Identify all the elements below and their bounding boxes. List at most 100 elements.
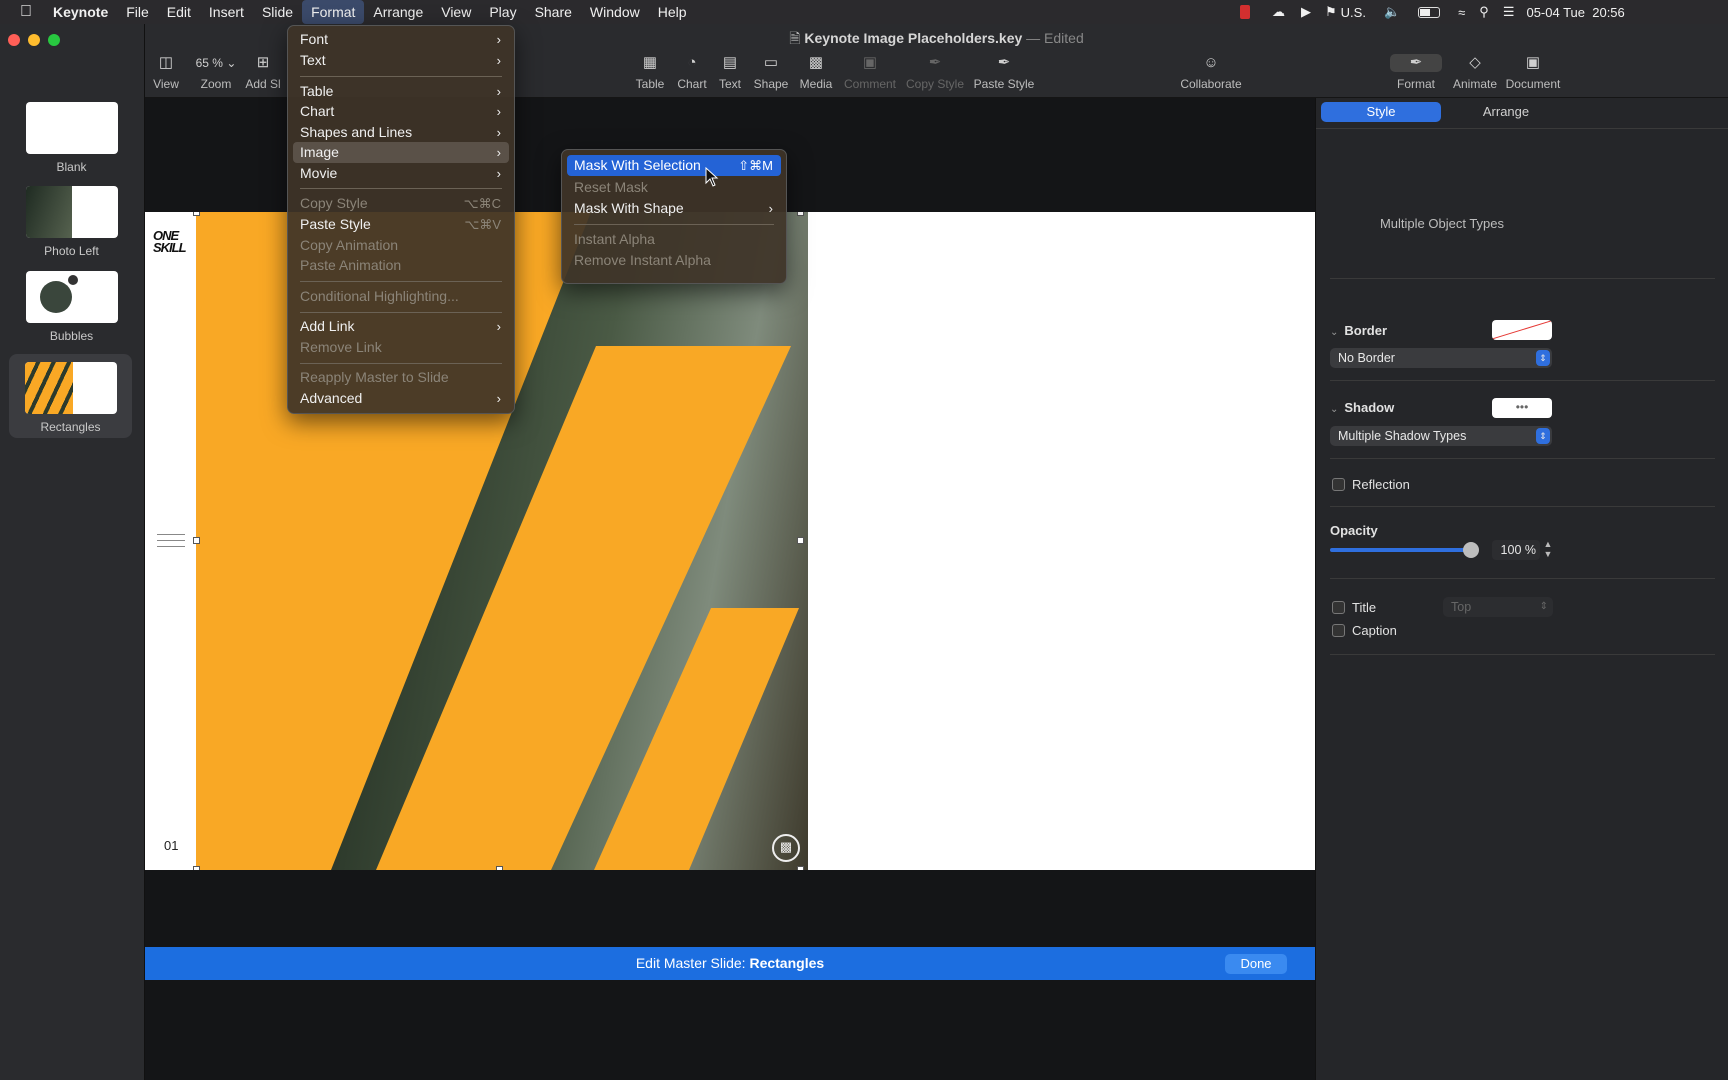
- cloud-icon[interactable]: ☁: [1272, 4, 1285, 20]
- menu-item-reset-mask[interactable]: Reset Mask: [567, 177, 781, 198]
- slide-thumb-photo-left[interactable]: Photo Left: [10, 186, 133, 258]
- menu-item-instant-alpha[interactable]: Instant Alpha: [567, 229, 781, 250]
- opacity-slider[interactable]: [1330, 548, 1474, 552]
- play-circle-icon[interactable]: ▶: [1301, 4, 1311, 20]
- comment-button[interactable]: ▣ Comment: [835, 54, 905, 91]
- shadow-section-toggle[interactable]: ⌄ Shadow: [1330, 400, 1394, 415]
- menu-item-mask-with-selection[interactable]: Mask With Selection ⇧⌘M: [567, 155, 781, 176]
- menu-format[interactable]: Format: [302, 0, 365, 24]
- menu-item-font[interactable]: Font ›: [293, 29, 509, 50]
- wifi-icon[interactable]: ≈: [1458, 5, 1465, 20]
- title-checkbox[interactable]: [1332, 601, 1345, 614]
- menu-edit[interactable]: Edit: [158, 0, 200, 24]
- thumbnail-image: [25, 102, 118, 154]
- menu-window[interactable]: Window: [581, 0, 649, 24]
- toolbar-label: Copy Style: [905, 77, 965, 91]
- slide-thumb-blank[interactable]: Blank: [10, 102, 133, 174]
- selection-handle[interactable]: [797, 866, 804, 870]
- search-icon[interactable]: ⚲: [1479, 4, 1489, 20]
- menu-item-label: Copy Style: [300, 195, 368, 211]
- zoom-popup[interactable]: 65 % ⌄ Zoom: [181, 54, 251, 91]
- slide-navigator: Blank Photo Left Bubbles Rectangles: [0, 24, 145, 1080]
- menu-item-paste-animation[interactable]: Paste Animation: [293, 255, 509, 276]
- menu-item-paste-style[interactable]: Paste Style ⌥⌘V: [293, 214, 509, 235]
- format-inspector: Style Arrange Multiple Object Types ⌄ Bor…: [1315, 98, 1728, 1080]
- menu-item-add-link[interactable]: Add Link ›: [293, 316, 509, 337]
- minimize-window-button[interactable]: [28, 34, 40, 46]
- document-inspector-button[interactable]: ▣ Document: [1498, 54, 1568, 91]
- clock-datetime[interactable]: 05-04 Tue 20:56: [1526, 5, 1624, 20]
- menu-separator: [300, 312, 502, 313]
- menu-view[interactable]: View: [432, 0, 480, 24]
- menu-arrange[interactable]: Arrange: [364, 0, 432, 24]
- divider: [1330, 458, 1715, 459]
- menu-play[interactable]: Play: [480, 0, 525, 24]
- menu-item-movie[interactable]: Movie ›: [293, 163, 509, 184]
- menu-item-mask-with-shape[interactable]: Mask With Shape ›: [567, 198, 781, 219]
- menu-item-label: Font: [300, 31, 329, 47]
- menu-item-remove-instant-alpha[interactable]: Remove Instant Alpha: [567, 250, 781, 271]
- menu-item-label: Add Link: [300, 318, 355, 334]
- paste-style-button[interactable]: ✒ Paste Style: [969, 54, 1039, 91]
- menu-item-shapes-and-lines[interactable]: Shapes and Lines ›: [293, 122, 509, 143]
- input-source-label[interactable]: U.S.: [1341, 5, 1366, 20]
- menu-file[interactable]: File: [117, 0, 158, 24]
- menu-item-conditional-highlighting[interactable]: Conditional Highlighting...: [293, 286, 509, 307]
- copy-style-button[interactable]: ✒ Copy Style: [900, 54, 970, 91]
- tab-arrange[interactable]: Arrange: [1446, 102, 1566, 122]
- updown-chevron-icon: ⇕: [1539, 601, 1548, 612]
- caption-checkbox[interactable]: [1332, 624, 1345, 637]
- slide-thumb-bubbles[interactable]: Bubbles: [10, 271, 133, 343]
- menu-item-copy-animation[interactable]: Copy Animation: [293, 235, 509, 256]
- menu-item-chart[interactable]: Chart ›: [293, 101, 509, 122]
- document-icon: ▣: [1525, 54, 1541, 71]
- zoom-window-button[interactable]: [48, 34, 60, 46]
- menu-item-reapply-master[interactable]: Reapply Master to Slide: [293, 367, 509, 388]
- battery-icon[interactable]: [1418, 6, 1441, 18]
- opacity-stepper[interactable]: ▲ ▼: [1542, 539, 1554, 559]
- menu-item-label: Chart: [300, 103, 335, 119]
- menu-help[interactable]: Help: [649, 0, 696, 24]
- control-center-icon[interactable]: ☰: [1503, 4, 1515, 20]
- tab-style[interactable]: Style: [1321, 102, 1441, 122]
- add-slide-button[interactable]: ⊞ Add Sl: [243, 54, 283, 91]
- recording-icon[interactable]: [1240, 5, 1250, 19]
- selection-handle[interactable]: [193, 537, 200, 544]
- flag-icon[interactable]: ⚑: [1325, 4, 1337, 20]
- close-window-button[interactable]: [8, 34, 20, 46]
- media-placeholder-icon[interactable]: ▩: [772, 834, 800, 862]
- menu-item-image[interactable]: Image ›: [293, 142, 509, 163]
- collaborate-button[interactable]: ☺ Collaborate: [1171, 54, 1251, 91]
- menu-item-remove-link[interactable]: Remove Link: [293, 337, 509, 358]
- border-style-popup[interactable]: No Border ⇕: [1330, 348, 1552, 368]
- selection-handle[interactable]: [797, 537, 804, 544]
- opacity-slider-knob[interactable]: [1463, 542, 1479, 558]
- menu-insert[interactable]: Insert: [200, 0, 253, 24]
- chevron-right-icon: ›: [496, 319, 501, 334]
- menu-item-text[interactable]: Text ›: [293, 50, 509, 71]
- apple-icon[interactable]: : [0, 0, 44, 24]
- shadow-preview-well[interactable]: •••: [1492, 398, 1552, 418]
- menu-item-advanced[interactable]: Advanced ›: [293, 388, 509, 409]
- menu-slide[interactable]: Slide: [253, 0, 302, 24]
- selection-handle[interactable]: [193, 866, 200, 870]
- title-position-popup[interactable]: Top ⇕: [1443, 597, 1553, 617]
- reflection-checkbox[interactable]: [1332, 478, 1345, 491]
- volume-icon[interactable]: 🔈: [1384, 4, 1400, 20]
- shadow-type-popup[interactable]: Multiple Shadow Types ⇕: [1330, 426, 1552, 446]
- slide-thumb-rectangles[interactable]: Rectangles: [9, 354, 132, 438]
- menu-app-name[interactable]: Keynote: [44, 0, 117, 24]
- opacity-field[interactable]: 100 %: [1492, 540, 1540, 560]
- menu-share[interactable]: Share: [526, 0, 581, 24]
- border-color-well[interactable]: [1492, 320, 1552, 340]
- chevron-right-icon: ›: [496, 104, 501, 119]
- menu-item-copy-style[interactable]: Copy Style ⌥⌘C: [293, 193, 509, 214]
- selection-handle[interactable]: [797, 212, 804, 216]
- border-section-toggle[interactable]: ⌄ Border: [1330, 323, 1387, 338]
- menu-shortcut: ⌥⌘C: [463, 196, 501, 211]
- done-button[interactable]: Done: [1225, 954, 1287, 974]
- selection-handle[interactable]: [496, 866, 503, 870]
- selection-handle[interactable]: [193, 212, 200, 216]
- menu-item-label: Remove Link: [300, 339, 382, 355]
- menu-item-table[interactable]: Table ›: [293, 81, 509, 102]
